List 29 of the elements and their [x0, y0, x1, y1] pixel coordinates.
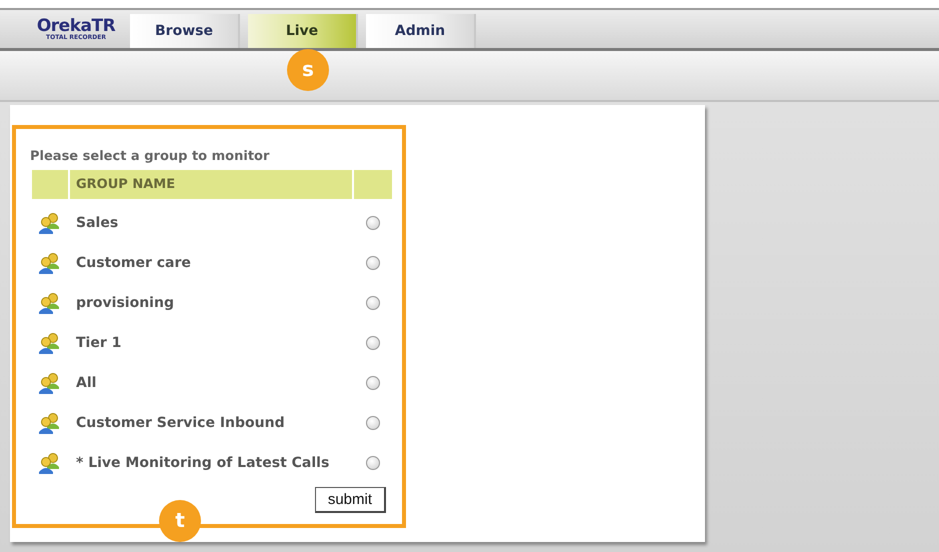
user-group-icon	[38, 212, 62, 234]
radio-button[interactable]	[366, 456, 380, 470]
group-name: Tier 1	[75, 335, 122, 351]
radio-button[interactable]	[366, 296, 380, 310]
radio-button[interactable]	[366, 416, 380, 430]
user-group-icon	[38, 292, 62, 314]
header-cell	[32, 170, 68, 199]
radio-button[interactable]	[366, 336, 380, 350]
user-group-icon	[38, 452, 62, 474]
group-name: All	[75, 375, 98, 391]
header-cell	[354, 170, 392, 199]
user-group-icon	[38, 332, 62, 354]
user-group-icon	[38, 412, 62, 434]
nav-tab[interactable]: Live	[248, 14, 358, 48]
group-name: Customer care	[75, 255, 192, 271]
nav-tab[interactable]: Admin	[366, 14, 476, 48]
radio-button[interactable]	[366, 216, 380, 230]
group-name: Sales	[75, 215, 120, 231]
column-header: GROUP NAME	[70, 170, 352, 199]
nav-tab[interactable]: Browse	[130, 14, 240, 48]
group-name: Customer Service Inbound	[75, 415, 286, 431]
prompt-text: Please select a group to monitor	[30, 149, 270, 164]
group-name: * Live Monitoring of Latest Calls	[75, 455, 330, 471]
group-name: provisioning	[75, 295, 175, 311]
radio-button[interactable]	[366, 376, 380, 390]
submit-button[interactable]: submit	[314, 487, 386, 513]
user-group-icon	[38, 372, 62, 394]
user-group-icon	[38, 252, 62, 274]
radio-button[interactable]	[366, 256, 380, 270]
